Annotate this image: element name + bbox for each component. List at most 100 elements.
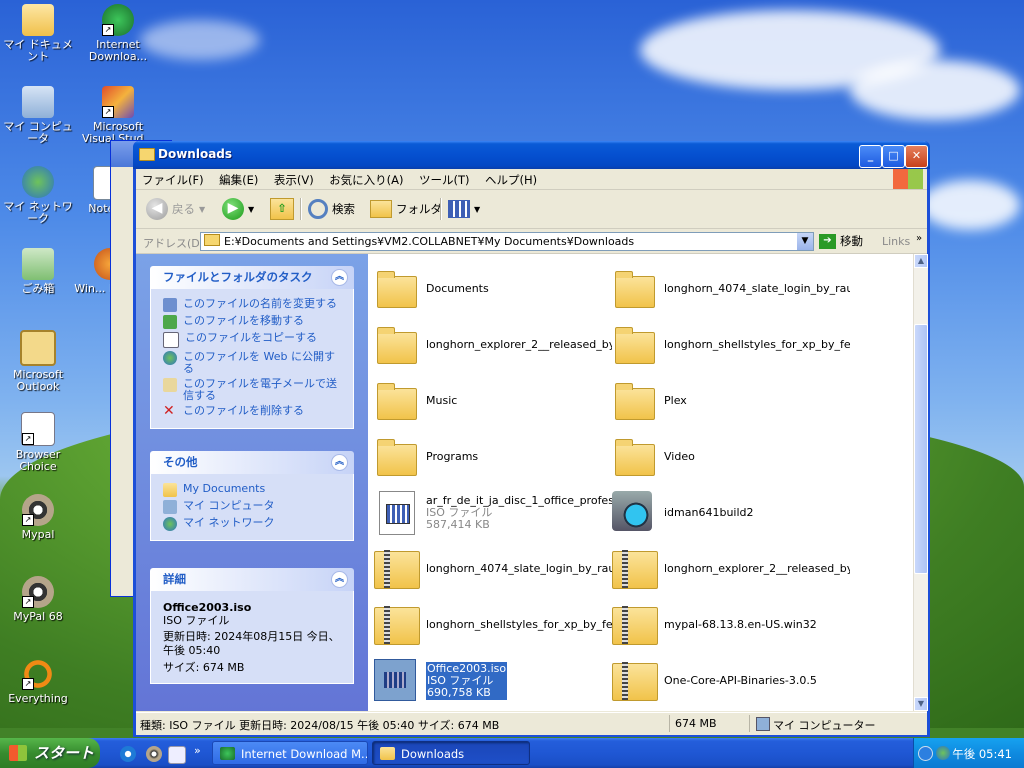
scroll-up-button[interactable]: ▲ bbox=[914, 254, 928, 268]
network-tray-icon[interactable] bbox=[936, 746, 950, 760]
scroll-down-button[interactable]: ▼ bbox=[914, 697, 928, 711]
task-move[interactable]: このファイルを移動する bbox=[163, 315, 345, 329]
file-item[interactable]: Programs bbox=[374, 433, 612, 481]
taskbar-button-internet-download-manager[interactable]: Internet Download M... bbox=[212, 741, 368, 765]
task-rename[interactable]: このファイルの名前を変更する bbox=[163, 298, 345, 312]
network-icon bbox=[163, 517, 177, 531]
internet-explorer-icon[interactable] bbox=[120, 746, 136, 762]
chevron-down-icon[interactable]: ▼ bbox=[248, 205, 254, 214]
task-copy[interactable]: このファイルをコピーする bbox=[163, 332, 345, 348]
menu-view[interactable]: 表示(V) bbox=[268, 170, 320, 190]
system-tray: 午後 05:41 bbox=[913, 738, 1024, 768]
other-places-panel: その他 ︽ My Documents マイ コンピュータ マイ ネットワーク bbox=[150, 451, 354, 541]
menu-tools[interactable]: ツール(T) bbox=[413, 170, 476, 190]
windows-logo-icon bbox=[9, 745, 27, 761]
views-button[interactable]: ▼ bbox=[448, 197, 480, 221]
collapse-icon[interactable]: ︽ bbox=[331, 571, 348, 588]
file-item[interactable]: Plex bbox=[612, 377, 850, 425]
forward-arrow-icon: ▶ bbox=[222, 198, 244, 220]
file-item[interactable]: idman641build2 bbox=[612, 489, 850, 537]
desktop-icon-browser-choice[interactable]: ↗ Browser Choice bbox=[0, 412, 78, 473]
raccoon-icon: ↗ bbox=[22, 576, 54, 608]
scroll-thumb[interactable] bbox=[914, 324, 928, 574]
chevron-right-icon[interactable]: » bbox=[916, 233, 922, 244]
file-item-selected[interactable]: Office2003.iso ISO ファイル 690,758 KB bbox=[374, 657, 612, 705]
quick-launch-app-icon[interactable] bbox=[168, 746, 186, 764]
desktop-icon-outlook[interactable]: Microsoft Outlook bbox=[0, 330, 78, 393]
file-item[interactable]: Video bbox=[612, 433, 850, 481]
desktop-icon-my-documents[interactable]: マイ ドキュメント bbox=[0, 4, 78, 63]
desktop-icon-recycle-bin[interactable]: ごみ箱 bbox=[0, 248, 78, 295]
status-bar: 種類: ISO ファイル 更新日時: 2024/08/15 午後 05:40 サ… bbox=[136, 712, 927, 735]
taskbar-button-downloads[interactable]: Downloads bbox=[372, 741, 530, 765]
file-list[interactable]: Documents longhorn_4074_slate_login_by_r… bbox=[368, 254, 913, 711]
file-item[interactable]: mypal-68.13.8.en-US.win32 bbox=[612, 601, 850, 649]
window-title: Downloads bbox=[158, 147, 233, 161]
folder-icon bbox=[374, 435, 418, 479]
folder-icon bbox=[374, 323, 418, 367]
desktop-icon-my-computer[interactable]: マイ コンピュータ bbox=[0, 86, 78, 145]
search-label: 検索 bbox=[332, 202, 355, 216]
go-button[interactable]: ➔ 移動 bbox=[819, 233, 863, 249]
menu-help[interactable]: ヘルプ(H) bbox=[479, 170, 543, 190]
close-button[interactable]: ✕ bbox=[905, 145, 928, 168]
collapse-icon[interactable]: ︽ bbox=[331, 454, 348, 471]
raccoon-icon[interactable] bbox=[146, 746, 162, 762]
desktop-icon-everything[interactable]: ↗ Everything bbox=[0, 658, 78, 705]
file-name: longhorn_4074_slate_login_by_raul... bbox=[664, 283, 850, 295]
file-tasks-header[interactable]: ファイルとフォルダのタスク ︽ bbox=[150, 266, 354, 289]
window-titlebar[interactable]: Downloads _ □ ✕ bbox=[133, 141, 930, 169]
task-email[interactable]: このファイルを電子メールで送信する bbox=[163, 378, 345, 402]
file-item[interactable]: Documents bbox=[374, 265, 612, 313]
collapse-icon[interactable]: ︽ bbox=[331, 269, 348, 286]
folder-icon bbox=[612, 323, 656, 367]
place-label: マイ ネットワーク bbox=[183, 516, 275, 529]
file-item[interactable]: longhorn_shellstyles_for_xp_by_fed... bbox=[374, 601, 612, 649]
back-button[interactable]: ◀ 戻る ▼ bbox=[146, 197, 205, 221]
menu-edit[interactable]: 編集(E) bbox=[213, 170, 264, 190]
desktop-icon-my-network[interactable]: マイ ネットワーク bbox=[0, 166, 78, 225]
minimize-button[interactable]: _ bbox=[859, 145, 882, 168]
desktop-icon-mypal[interactable]: ↗ Mypal bbox=[0, 494, 78, 541]
desktop-icon-internet-download-manager[interactable]: ↗ Internet Downloa... bbox=[78, 4, 158, 63]
task-pane: ファイルとフォルダのタスク ︽ このファイルの名前を変更する このファイルを移動… bbox=[136, 254, 368, 711]
shortcut-arrow-icon: ↗ bbox=[22, 433, 34, 445]
place-my-network[interactable]: マイ ネットワーク bbox=[163, 517, 345, 531]
folders-button[interactable]: フォルダ bbox=[370, 197, 442, 221]
file-item[interactable]: longhorn_explorer_2__released_by... bbox=[612, 545, 850, 593]
details-header[interactable]: 詳細 ︽ bbox=[150, 568, 354, 591]
file-item[interactable]: longhorn_4074_slate_login_by_raul... bbox=[612, 265, 850, 313]
maximize-button[interactable]: □ bbox=[882, 145, 905, 168]
up-folder-button[interactable]: ⇧ bbox=[270, 197, 294, 221]
desktop-icon-visual-studio[interactable]: ↗ Microsoft Visual Stud... bbox=[78, 86, 158, 145]
explorer-window: Downloads _ □ ✕ ファイル(F) 編集(E) 表示(V) お気に入… bbox=[133, 141, 930, 737]
task-publish-web[interactable]: このファイルを Web に公開する bbox=[163, 351, 345, 375]
start-button[interactable]: スタート bbox=[0, 738, 100, 768]
address-input[interactable]: E:¥Documents and Settings¥VM2.COLLABNET¥… bbox=[200, 232, 814, 251]
file-item[interactable]: One-Core-API-Binaries-3.0.5 bbox=[612, 657, 850, 705]
chevron-down-icon[interactable]: ▼ bbox=[199, 205, 205, 214]
chevron-right-icon[interactable]: » bbox=[194, 744, 201, 757]
file-item[interactable]: longhorn_4074_slate_login_by_raul... bbox=[374, 545, 612, 593]
file-item[interactable]: longhorn_explorer_2__released_by... bbox=[374, 321, 612, 369]
taskbar-button-label: Internet Download M... bbox=[241, 747, 368, 761]
show-hidden-icons-button[interactable] bbox=[918, 746, 933, 761]
place-my-documents[interactable]: My Documents bbox=[163, 483, 345, 497]
email-icon bbox=[163, 378, 177, 392]
desktop-icon-mypal-68[interactable]: ↗ MyPal 68 bbox=[0, 576, 78, 623]
place-my-computer[interactable]: マイ コンピュータ bbox=[163, 500, 345, 514]
vertical-scrollbar[interactable]: ▲ ▼ bbox=[913, 254, 928, 711]
menu-favorites[interactable]: お気に入り(A) bbox=[323, 170, 409, 190]
task-delete[interactable]: ✕ このファイルを削除する bbox=[163, 404, 345, 419]
other-places-header[interactable]: その他 ︽ bbox=[150, 451, 354, 474]
file-text: Office2003.iso ISO ファイル 690,758 KB bbox=[426, 662, 508, 700]
file-item[interactable]: longhorn_shellstyles_for_xp_by_fed... bbox=[612, 321, 850, 369]
file-item[interactable]: Music bbox=[374, 377, 612, 425]
menu-file[interactable]: ファイル(F) bbox=[136, 170, 210, 190]
links-toolbar[interactable]: Links bbox=[882, 235, 910, 248]
forward-button[interactable]: ▶ ▼ bbox=[222, 197, 254, 221]
search-button[interactable]: 検索 bbox=[308, 197, 355, 221]
file-item[interactable]: ar_fr_de_it_ja_disc_1_office_profess... I… bbox=[374, 489, 612, 537]
chevron-down-icon[interactable]: ▼ bbox=[797, 233, 813, 250]
clock[interactable]: 午後 05:41 bbox=[952, 746, 1012, 762]
